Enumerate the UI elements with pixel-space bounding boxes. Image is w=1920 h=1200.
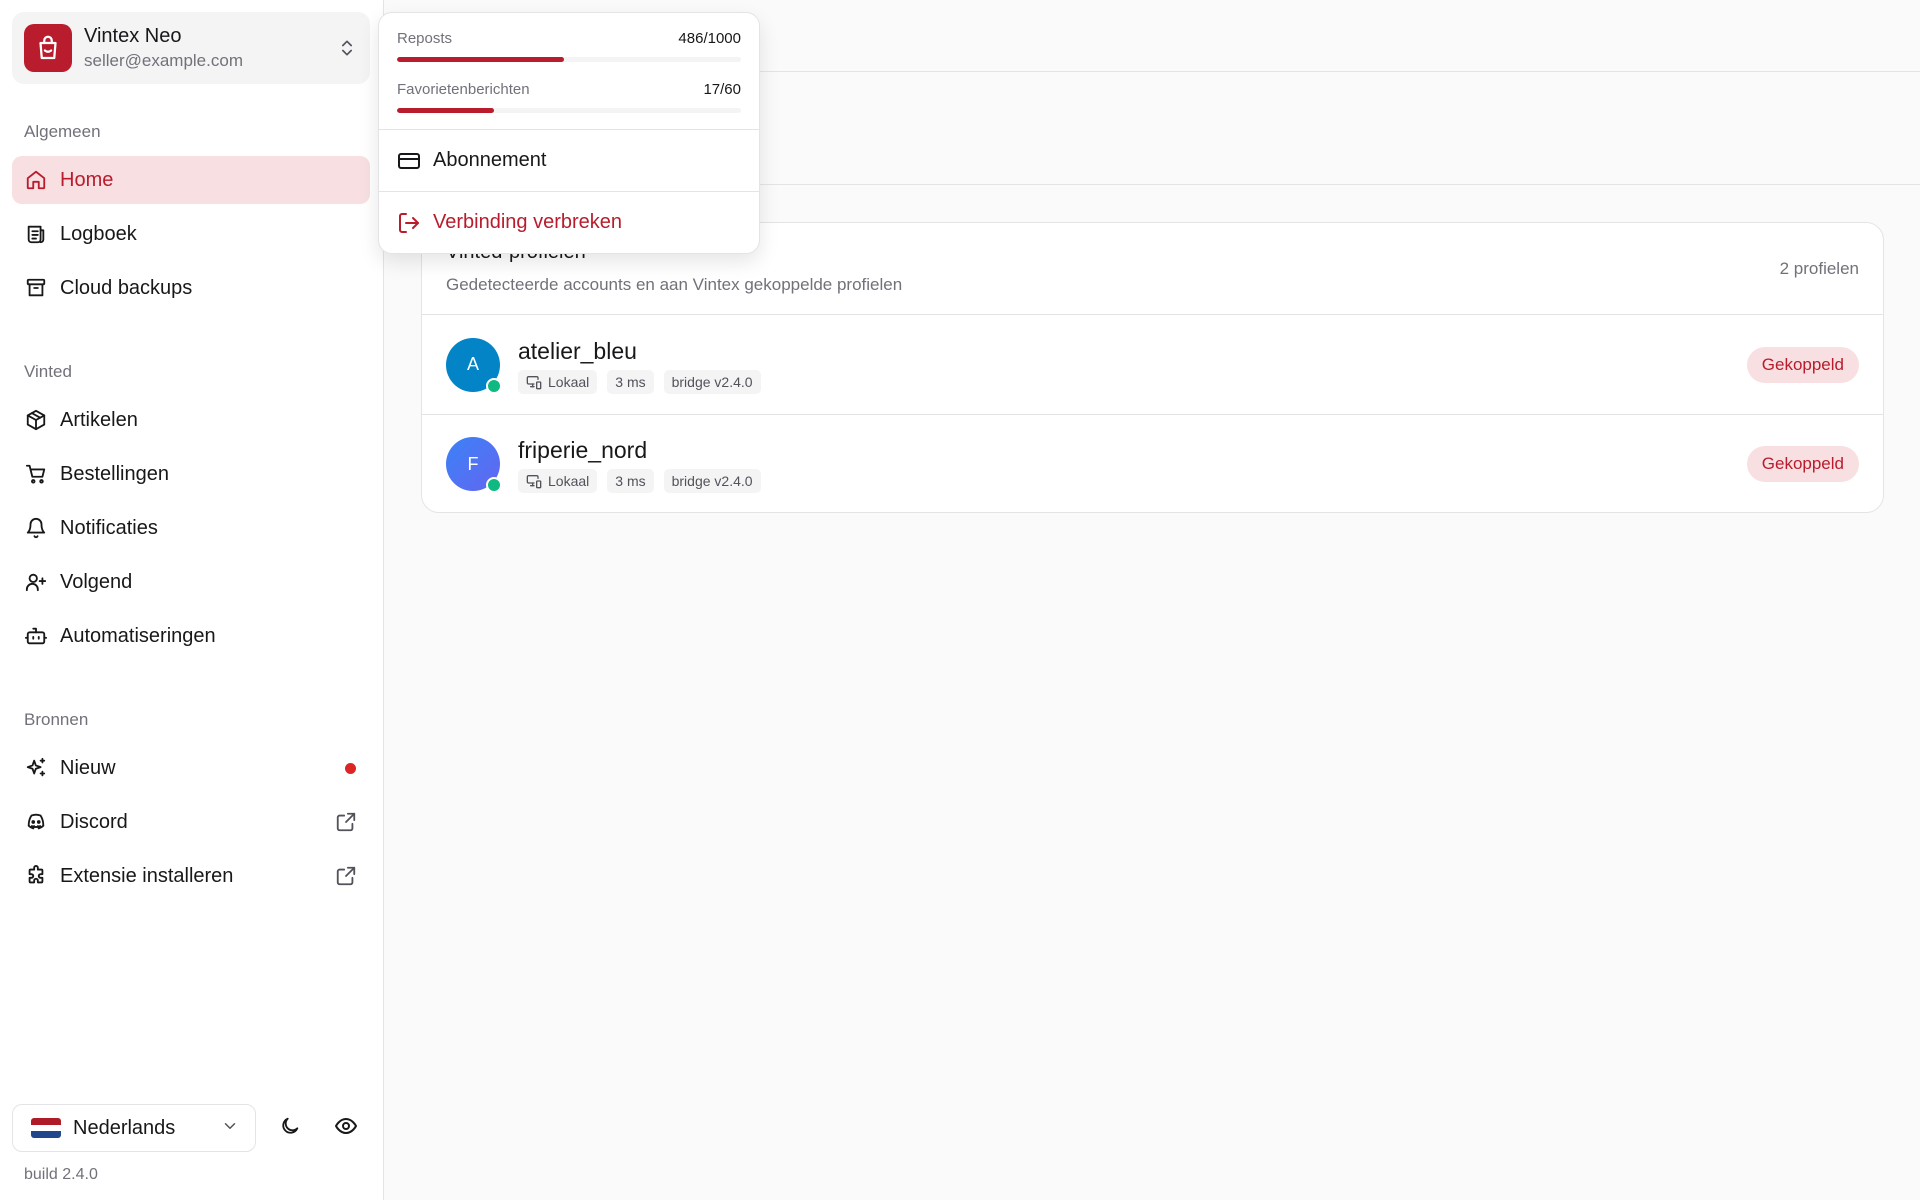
bot-icon [24,624,48,648]
external-link-icon [334,864,358,888]
sidebar-item-home[interactable]: Home [12,156,370,204]
sidebar-item-discord[interactable]: Discord [12,798,370,846]
logbook-icon [24,222,48,246]
status-badge[interactable]: Gekoppeld [1746,346,1859,383]
discord-icon [24,810,48,834]
sidebar-item-label: Automatiseringen [60,624,216,647]
status-badge[interactable]: Gekoppeld [1746,446,1859,482]
usage-label: Favorietenberichten [397,81,530,98]
archive-icon [24,276,48,300]
sidebar-item-notifications[interactable]: Notificaties [12,504,370,552]
devices-icon [526,374,542,390]
chevron-down-icon [221,1117,239,1140]
bridge-version-chip: bridge v2.4.0 [663,469,761,493]
sidebar-item-label: Home [60,168,114,191]
build-version: build 2.4.0 [24,1166,98,1183]
account-name: Vintex Neo [84,25,182,47]
connection-chip: Lokaal [518,469,598,493]
visibility-toggle[interactable] [326,1108,366,1148]
avatar-initial: A [466,354,479,374]
eye-icon [334,1114,358,1143]
moon-icon [279,1115,301,1142]
menu-item-label: Abonnement [433,149,547,171]
avatar: A [446,337,502,394]
latency-chip: 3 ms [607,469,654,493]
subscription-menu-item[interactable]: Abonnement [379,130,759,191]
sidebar-item-label: Extensie installeren [60,864,234,887]
profile-row[interactable]: A atelier_bleu Lokaal 3 ms bridge v2.4.0… [422,315,1883,414]
profile-name: atelier_bleu [518,337,637,364]
usage-label: Reposts [397,30,453,47]
sidebar-item-label: Bestellingen [60,462,169,485]
sidebar-item-label: Logboek [60,222,137,245]
section-label-vinted: Vinted [24,362,72,381]
section-label-general: Algemeen [24,122,101,141]
bell-icon [24,516,48,540]
disconnect-menu-item[interactable]: Verbinding verbreken [379,192,759,253]
sidebar-item-install-extension[interactable]: Extensie installeren [12,852,370,900]
profile-name: friperie_nord [518,437,648,463]
card-subtitle: Gedetecteerde accounts en aan Vintex gek… [446,275,903,294]
online-status-dot [486,377,502,394]
online-status-dot [486,477,502,493]
netherlands-flag-icon [31,1118,61,1138]
account-email: seller@example.com [84,51,243,70]
shopping-bag-logo-icon [24,24,72,72]
credit-card-icon [397,149,421,173]
dark-mode-toggle[interactable] [270,1108,310,1148]
sidebar-item-label: Artikelen [60,408,138,431]
section-label-sources: Bronnen [24,710,89,729]
menu-item-label: Verbinding verbreken [433,211,623,233]
sidebar-item-logbook[interactable]: Logboek [12,210,370,258]
sidebar-item-new[interactable]: Nieuw [12,744,370,792]
account-switcher[interactable]: Vintex Neo seller@example.com [12,12,370,84]
vinted-profiles-card: Vinted-profielen Gedetecteerde accounts … [421,222,1884,513]
usage-value: 17/60 [703,81,741,98]
avatar: F [446,437,502,493]
usage-progress-bar [397,108,741,113]
chip-label: Lokaal [548,373,590,390]
usage-progress-fill [397,108,495,113]
sidebar: Vintex Neo seller@example.com Algemeen H… [0,0,384,1200]
language-select[interactable]: Nederlands [12,1104,256,1152]
sidebar-item-label: Discord [60,810,128,833]
usage-favorite-messages: Favorietenberichten 17/60 [379,62,759,129]
sidebar-item-label: Nieuw [60,756,116,779]
user-plus-icon [24,570,48,594]
avatar-initial: F [467,453,479,474]
profile-row[interactable]: F friperie_nord Lokaal 3 ms bridge v2.4.… [422,414,1883,512]
cart-icon [24,462,48,486]
log-out-icon [397,211,421,235]
sidebar-item-automations[interactable]: Automatiseringen [12,612,370,660]
sidebar-item-label: Notificaties [60,516,158,539]
package-icon [24,408,48,432]
sidebar-item-following[interactable]: Volgend [12,558,370,606]
sidebar-item-orders[interactable]: Bestellingen [12,450,370,498]
chevrons-up-down-icon [336,37,358,59]
new-indicator-dot [345,762,356,774]
sidebar-item-label: Cloud backups [60,276,193,299]
puzzle-icon [24,864,48,888]
connection-chip: Lokaal [518,369,598,394]
devices-icon [526,473,542,489]
usage-value: 486/1000 [678,30,741,47]
account-dropdown: Reposts 486/1000 Favorietenberichten 17/… [378,12,760,254]
language-label: Nederlands [73,1116,176,1139]
chip-label: Lokaal [548,473,590,489]
bridge-version-chip: bridge v2.4.0 [663,369,761,394]
sidebar-item-articles[interactable]: Artikelen [12,396,370,444]
external-link-icon [334,810,358,834]
usage-reposts: Reposts 486/1000 [379,13,759,62]
profile-count: 2 profielen [1779,259,1859,278]
sparkles-icon [24,756,48,780]
sidebar-item-cloud-backups[interactable]: Cloud backups [12,264,370,312]
latency-chip: 3 ms [607,369,654,394]
home-icon [24,168,48,192]
sidebar-item-label: Volgend [60,570,133,593]
